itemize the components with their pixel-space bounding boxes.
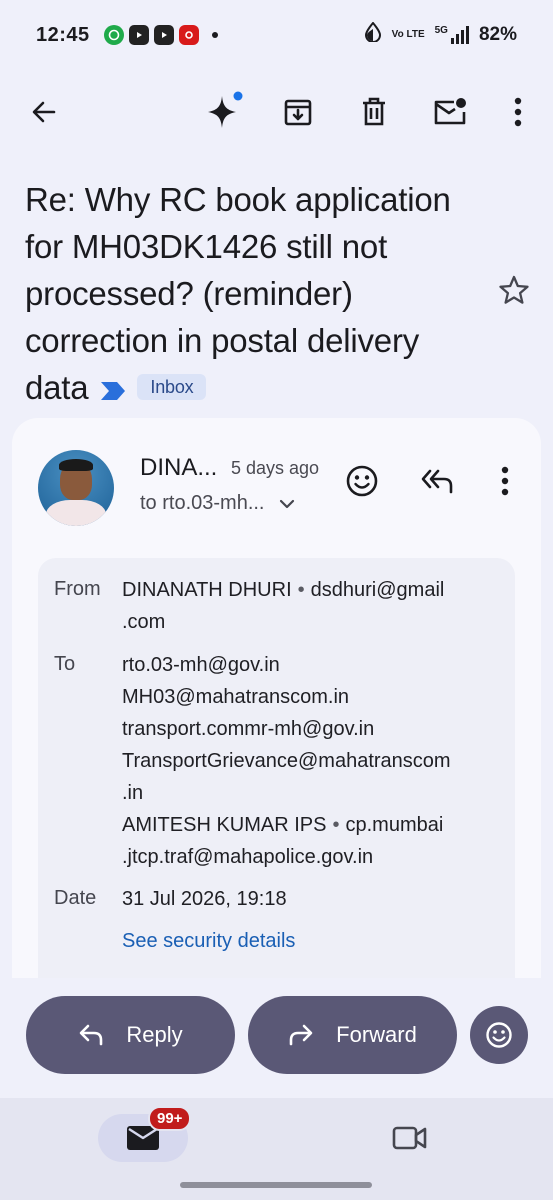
reply-all-button[interactable] (415, 458, 461, 504)
recipient-details-panel: From DINANATH DHURI • dsdhuri@gmail .com T… (38, 558, 515, 978)
more-notifications-dot (211, 32, 218, 38)
to-summary: to rto.03-mh... (140, 492, 265, 514)
archive-button[interactable] (274, 88, 322, 136)
volte-indicator: Vo LTE (391, 29, 425, 40)
to-value: rto.03-mh@gov.in MH03@mahatranscom.in tr… (122, 654, 451, 868)
whatsapp-icon (103, 25, 124, 45)
gemini-sparkle-icon (208, 91, 243, 128)
security-details-link[interactable]: See security details (122, 925, 492, 957)
from-name[interactable]: DINANATH DHURI (122, 579, 292, 601)
emoji-reaction-button[interactable] (470, 1006, 528, 1064)
important-marker-icon[interactable] (99, 367, 127, 414)
reply-label: Reply (126, 1022, 183, 1047)
app-icon (178, 25, 199, 45)
status-right: Vo LTE 5G 82% (364, 21, 517, 48)
back-arrow-icon (32, 101, 56, 123)
meet-tab[interactable] (386, 1116, 434, 1160)
from-value: DINANATH DHURI • dsdhuri@gmail .com (122, 579, 445, 633)
back-button[interactable] (20, 88, 68, 136)
delete-icon (363, 97, 385, 126)
youtube-icon (128, 25, 149, 45)
forward-icon (289, 1024, 313, 1046)
message-more-button[interactable] (482, 458, 528, 504)
emoji-icon (486, 1022, 512, 1048)
date-label: Date (54, 887, 97, 909)
network-generation: 5G (434, 25, 448, 36)
signal-icon: 5G (435, 26, 469, 44)
sent-time: 5 days ago (231, 458, 320, 478)
to-address[interactable]: TransportGrievance@mahatranscom (122, 750, 451, 772)
react-emoji-button[interactable] (339, 458, 385, 504)
reply-icon (80, 1024, 103, 1046)
bottom-navigation: 99+ (0, 1098, 553, 1200)
more-options-button[interactable] (494, 88, 542, 136)
email-subject: Re: Why RC book application for MH03DK14… (25, 176, 485, 414)
status-time: 12:45 (36, 23, 90, 46)
mark-unread-button[interactable] (426, 88, 474, 136)
emoji-icon (346, 465, 378, 497)
message-card: DINA... 5 days ago to rto.03-mh... From … (12, 418, 541, 978)
archive-icon (284, 99, 312, 126)
star-button[interactable] (492, 268, 536, 312)
to-named-email-line2[interactable]: .jtcp.traf@mahapolice.gov.in (122, 846, 373, 868)
status-bar: 12:45 Vo LTE 5G 82% (0, 0, 553, 70)
inbox-label-chip[interactable]: Inbox (137, 374, 207, 401)
from-label: From (54, 578, 101, 600)
chevron-up-icon (279, 499, 294, 508)
star-icon (499, 275, 529, 304)
to-named-name[interactable]: AMITESH KUMAR IPS (122, 814, 326, 836)
top-toolbar (0, 80, 553, 144)
subject-text: Re: Why RC book application for MH03DK14… (25, 181, 451, 406)
date-value: 31 Jul 2026, 19:18 (122, 888, 287, 910)
to-label: To (54, 653, 76, 675)
forward-button[interactable]: Forward (248, 996, 457, 1074)
to-address[interactable]: MH03@mahatranscom.in (122, 686, 349, 708)
recipients-summary[interactable]: to rto.03-mh... (140, 492, 295, 515)
data-saver-icon (364, 21, 382, 48)
sender-name[interactable]: DINA... (140, 454, 217, 482)
reply-all-icon (421, 469, 453, 494)
home-indicator[interactable] (180, 1182, 372, 1188)
more-vert-icon (514, 97, 522, 127)
to-address[interactable]: transport.commr-mh@gov.in (122, 718, 374, 740)
from-email-line2[interactable]: .com (122, 611, 165, 633)
notification-icons (103, 25, 218, 45)
unread-count-badge: 99+ (148, 1106, 192, 1131)
from-email-line1[interactable]: dsdhuri@gmail (311, 579, 445, 601)
battery-level: 82% (478, 24, 517, 45)
gemini-button[interactable] (198, 88, 246, 136)
video-camera-icon (392, 1126, 427, 1150)
forward-label: Forward (336, 1022, 417, 1047)
delete-button[interactable] (350, 88, 398, 136)
youtube-icon (153, 25, 174, 45)
to-named-email-line1[interactable]: cp.mumbai (346, 814, 444, 836)
more-vert-icon (501, 466, 509, 496)
to-address[interactable]: .in (122, 782, 143, 804)
avatar[interactable] (38, 450, 114, 526)
to-address[interactable]: rto.03-mh@gov.in (122, 654, 280, 676)
mark-unread-icon (434, 98, 466, 125)
reply-button[interactable]: Reply (26, 996, 235, 1074)
